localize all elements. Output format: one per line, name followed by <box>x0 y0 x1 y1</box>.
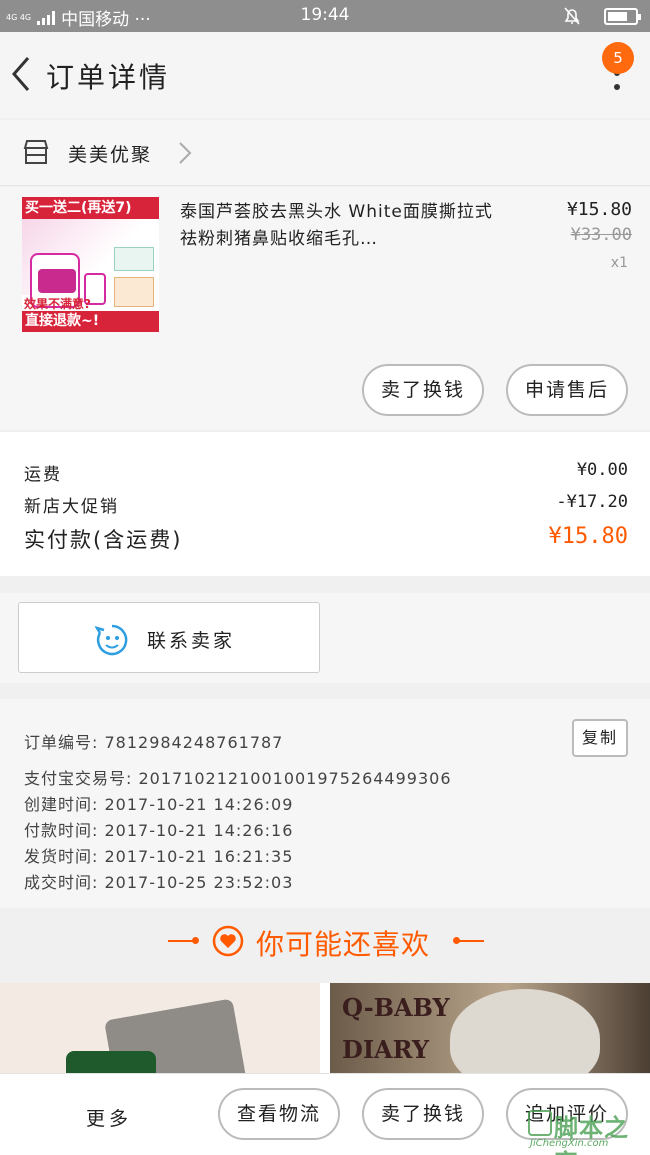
completed-time: 成交时间: 2017-10-25 23:52:03 <box>24 873 294 892</box>
thumb-product-area <box>22 219 159 308</box>
order-number: 订单编号: 7812984248761787 <box>24 733 284 752</box>
thumb-banner-top: 买一送二(再送7) <box>22 197 159 219</box>
page-title: 订单详情 <box>46 61 171 94</box>
total-value: ¥15.80 <box>548 524 628 549</box>
total-row: 实付款(含运费) ¥15.80 <box>24 524 628 554</box>
status-time: 19:44 <box>300 5 350 25</box>
status-bar: 4G 4G 中国移动 ··· 19:44 <box>0 0 650 32</box>
view-logistics-button[interactable]: 查看物流 <box>218 1088 340 1140</box>
promo-label: 新店大促销 <box>24 497 119 517</box>
divider-right <box>453 937 484 944</box>
watermark-url: JiChengXin.com <box>530 1138 609 1149</box>
shop-row[interactable]: 美美优聚 <box>0 120 650 186</box>
recommend-title: 你可能还喜欢 <box>256 928 431 961</box>
product-original-price: ¥33.00 <box>570 225 632 245</box>
after-sale-button[interactable]: 申请售后 <box>506 364 628 416</box>
recommend-grid: Q-BABY DIARY <box>0 983 650 1073</box>
total-label: 实付款(含运费) <box>24 528 183 552</box>
divider-left <box>168 937 199 944</box>
mute-bell-icon <box>564 7 580 25</box>
product-price: ¥15.80 <box>566 199 632 220</box>
created-time: 创建时间: 2017-10-21 14:26:09 <box>24 795 294 814</box>
thumb-banner-bottom: 直接退款~! <box>22 311 159 332</box>
battery-icon <box>604 7 641 25</box>
product-box-1 <box>114 247 154 271</box>
product-quantity: x1 <box>610 255 628 271</box>
product-box-2 <box>114 277 154 307</box>
card-brand-line1: Q-BABY <box>342 993 450 1022</box>
contact-seller-label: 联系卖家 <box>147 630 236 652</box>
contact-section: 联系卖家 <box>0 593 650 683</box>
notification-badge: 5 <box>602 42 634 74</box>
back-arrow-icon[interactable] <box>8 54 34 94</box>
dog-image <box>450 989 600 1073</box>
store-icon <box>23 140 49 164</box>
order-info-section: 订单编号: 7812984248761787 复制 支付宝交易号: 201710… <box>0 699 650 908</box>
recommend-header: 你可能还喜欢 <box>0 909 650 973</box>
card-brand-line2: DIARY <box>342 1035 429 1064</box>
sell-exchange-button[interactable]: 卖了换钱 <box>362 364 484 416</box>
recommend-card-socks[interactable] <box>0 983 320 1073</box>
contact-seller-button[interactable]: 联系卖家 <box>18 602 320 673</box>
paid-time: 付款时间: 2017-10-21 14:26:16 <box>24 821 294 840</box>
order-item[interactable]: 买一送二(再送7) 效果不满意? 直接退款~! 泰国芦荟胶去黑头水 White面… <box>0 187 650 430</box>
watermark-logo-icon <box>528 1110 552 1136</box>
alipay-trade-number: 支付宝交易号: 2017102121001001975264499306 <box>24 769 452 788</box>
copy-button[interactable]: 复制 <box>572 719 628 757</box>
product-thumbnail[interactable]: 买一送二(再送7) 效果不满意? 直接退款~! <box>22 197 159 332</box>
shipping-label: 运费 <box>24 465 62 485</box>
sell-exchange-bottom-button[interactable]: 卖了换钱 <box>362 1088 484 1140</box>
promo-row: 新店大促销 -¥17.20 <box>24 492 628 517</box>
status-right <box>562 6 641 26</box>
heart-icon <box>212 925 244 957</box>
shipped-time: 发货时间: 2017-10-21 16:21:35 <box>24 847 294 866</box>
shipping-row: 运费 ¥0.00 <box>24 460 628 485</box>
fees-section: 运费 ¥0.00 新店大促销 -¥17.20 实付款(含运费) ¥15.80 <box>0 432 650 576</box>
nav-bar: 订单详情 5 <box>0 32 650 118</box>
more-button[interactable]: 更多 <box>86 1104 132 1131</box>
product-title[interactable]: 泰国芦荟胶去黑头水 White面膜撕拉式祛粉刺猪鼻贴收缩毛孔… <box>180 199 500 253</box>
thumb-mid-text: 效果不满意? <box>24 297 91 311</box>
sock-cuff-image <box>66 1051 156 1073</box>
shop-name[interactable]: 美美优聚 <box>68 140 152 167</box>
shipping-value: ¥0.00 <box>576 460 628 480</box>
promo-value: -¥17.20 <box>556 492 628 512</box>
chevron-right-icon <box>179 142 192 164</box>
recommend-card-dog[interactable]: Q-BABY DIARY <box>330 983 650 1073</box>
site-watermark: 脚本之家 JiChengXin.com <box>526 1108 644 1155</box>
chat-face-icon <box>95 624 128 656</box>
